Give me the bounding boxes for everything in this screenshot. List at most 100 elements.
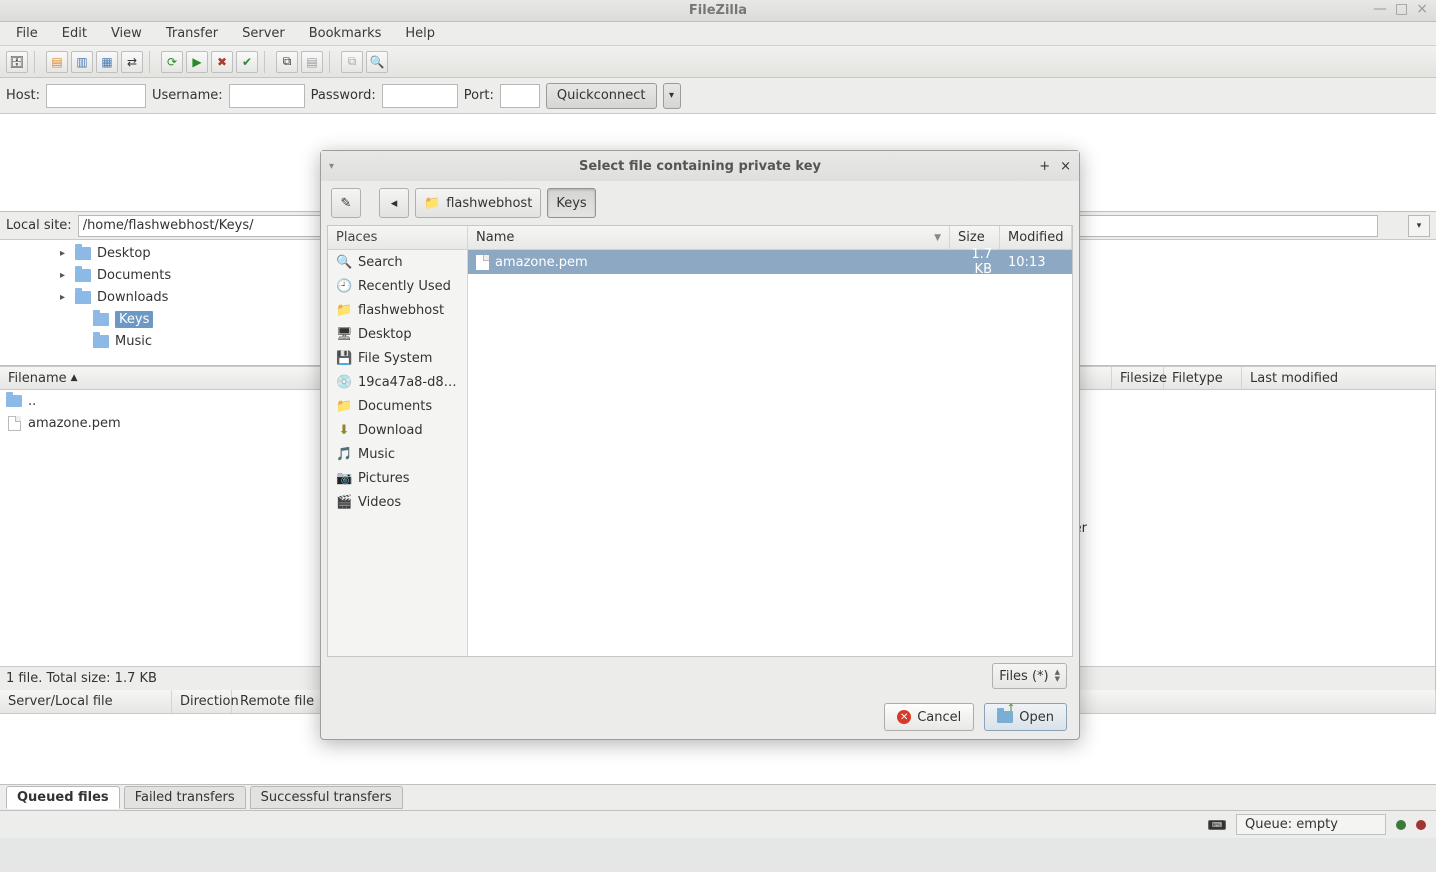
place-recent[interactable]: 🕘Recently Used: [328, 274, 467, 298]
place-search[interactable]: 🔍Search: [328, 250, 467, 274]
toggle-queue-icon[interactable]: ▦: [96, 51, 118, 73]
window-title: FileZilla: [689, 3, 747, 18]
place-pictures[interactable]: 📷Pictures: [328, 466, 467, 490]
sitemanager-icon[interactable]: 🗄: [6, 51, 28, 73]
pictures-icon: 📷: [336, 471, 352, 486]
folder-icon: [75, 291, 91, 304]
documents-icon: 📁: [336, 399, 352, 414]
open-button[interactable]: Open: [984, 703, 1067, 731]
col-modified[interactable]: Last modified: [1242, 367, 1436, 389]
folder-icon: 📁: [424, 196, 440, 211]
expand-icon[interactable]: ▸: [60, 248, 69, 259]
port-label: Port:: [464, 88, 494, 103]
filter-icon[interactable]: ▤: [301, 51, 323, 73]
place-volume[interactable]: 💿19ca47a8-d894-44…: [328, 370, 467, 394]
bottom-statusbar: ⌨ Queue: empty: [0, 810, 1436, 838]
cancel-button[interactable]: ✕Cancel: [884, 703, 974, 731]
compare-icon[interactable]: ⧉: [341, 51, 363, 73]
home-icon: 📁: [336, 303, 352, 318]
toggle-tree-icon[interactable]: ▥: [71, 51, 93, 73]
search-icon[interactable]: 🔍: [366, 51, 388, 73]
username-input[interactable]: [229, 84, 305, 108]
host-input[interactable]: [46, 84, 146, 108]
menu-view[interactable]: View: [99, 23, 154, 44]
minimize-icon[interactable]: —: [1373, 2, 1387, 16]
quickconnect-dropdown[interactable]: ▾: [663, 83, 681, 109]
videos-icon: 🎬: [336, 495, 352, 510]
col-direction[interactable]: Direction: [172, 690, 232, 713]
menu-transfer[interactable]: Transfer: [154, 23, 230, 44]
quickconnect-bar: Host: Username: Password: Port: Quickcon…: [0, 78, 1436, 114]
refresh-icon[interactable]: ⟳: [161, 51, 183, 73]
file-row[interactable]: amazone.pem 1.7 KB 10:13: [468, 250, 1072, 274]
menu-bookmarks[interactable]: Bookmarks: [297, 23, 394, 44]
path-segment-home[interactable]: 📁flashwebhost: [415, 188, 541, 218]
edit-path-button[interactable]: ✎: [331, 188, 361, 218]
back-button[interactable]: ◂: [379, 188, 409, 218]
tab-failed[interactable]: Failed transfers: [124, 786, 246, 809]
disconnect-icon[interactable]: ✔: [236, 51, 258, 73]
dialog-close-icon[interactable]: ×: [1060, 159, 1071, 174]
sync-browse-icon[interactable]: ⇄: [121, 51, 143, 73]
maximize-icon[interactable]: □: [1395, 2, 1408, 16]
place-music[interactable]: 🎵Music: [328, 442, 467, 466]
place-filesystem[interactable]: 💾File System: [328, 346, 467, 370]
col-server-local[interactable]: Server/Local file: [0, 690, 172, 713]
place-home[interactable]: 📁flashwebhost: [328, 298, 467, 322]
file-size: 1.7 KB: [950, 247, 1000, 277]
place-videos[interactable]: 🎬Videos: [328, 490, 467, 514]
toolbar: 🗄 ▤ ▥ ▦ ⇄ ⟳ ▶ ✖ ✔ ⧉ ▤ ⧉ 🔍: [0, 46, 1436, 78]
spinner-down-icon[interactable]: ▼: [1055, 676, 1060, 683]
menu-file[interactable]: File: [4, 23, 50, 44]
pencil-icon: ✎: [341, 196, 352, 211]
open-folder-icon: [997, 711, 1013, 723]
file-name: amazone.pem: [28, 416, 121, 431]
folder-icon: [6, 393, 22, 409]
col-filesize[interactable]: Filesize: [1112, 367, 1164, 389]
col-modified[interactable]: Modified: [1000, 226, 1072, 249]
password-input[interactable]: [382, 84, 458, 108]
expand-icon[interactable]: ▸: [60, 270, 69, 281]
dialog-footer: ✕Cancel Open: [321, 695, 1079, 739]
menubar: File Edit View Transfer Server Bookmarks…: [0, 22, 1436, 46]
dialog-titlebar[interactable]: ▾ Select file containing private key +×: [321, 151, 1079, 181]
place-download[interactable]: ⬇Download: [328, 418, 467, 442]
tab-successful[interactable]: Successful transfers: [250, 786, 403, 809]
disk-icon: 💾: [336, 351, 352, 366]
reconnect-icon[interactable]: ⧉: [276, 51, 298, 73]
quickconnect-button[interactable]: Quickconnect: [546, 83, 657, 109]
toggle-log-icon[interactable]: ▤: [46, 51, 68, 73]
process-queue-icon[interactable]: ▶: [186, 51, 208, 73]
cancel-icon: ✕: [897, 710, 911, 724]
queue-tabs: Queued files Failed transfers Successful…: [0, 784, 1436, 810]
sort-asc-icon: ▲: [71, 373, 78, 383]
tree-label: Desktop: [97, 246, 151, 261]
expand-icon[interactable]: ▸: [60, 292, 69, 303]
close-icon[interactable]: ×: [1416, 2, 1428, 16]
col-size[interactable]: Size: [950, 226, 1000, 249]
cancel-icon[interactable]: ✖: [211, 51, 233, 73]
port-input[interactable]: [500, 84, 540, 108]
dialog-file-list[interactable]: Name▼ Size Modified amazone.pem 1.7 KB 1…: [468, 226, 1072, 656]
filetype-filter[interactable]: Files (*) ▲▼: [992, 663, 1067, 689]
status-indicator-red: [1416, 820, 1426, 830]
tab-queued[interactable]: Queued files: [6, 786, 120, 809]
dialog-maximize-icon[interactable]: +: [1039, 159, 1050, 174]
menu-edit[interactable]: Edit: [50, 23, 99, 44]
window-titlebar: FileZilla — □ ×: [0, 0, 1436, 22]
place-desktop[interactable]: 🖥Desktop: [328, 322, 467, 346]
col-name[interactable]: Name▼: [468, 226, 950, 249]
dialog-toolbar: ✎ ◂ 📁flashwebhost Keys: [321, 181, 1079, 225]
col-filetype[interactable]: Filetype: [1164, 367, 1242, 389]
place-documents[interactable]: 📁Documents: [328, 394, 467, 418]
path-segment-keys[interactable]: Keys: [547, 188, 595, 218]
tree-label: Keys: [115, 311, 153, 328]
menu-server[interactable]: Server: [230, 23, 297, 44]
dialog-menu-icon[interactable]: ▾: [329, 161, 334, 172]
places-sidebar: Places 🔍Search 🕘Recently Used 📁flashwebh…: [328, 226, 468, 656]
local-site-dropdown[interactable]: ▾: [1408, 215, 1430, 237]
menu-help[interactable]: Help: [393, 23, 447, 44]
tree-label: Music: [115, 334, 152, 349]
music-icon: 🎵: [336, 447, 352, 462]
keyboard-icon: ⌨: [1208, 820, 1226, 830]
